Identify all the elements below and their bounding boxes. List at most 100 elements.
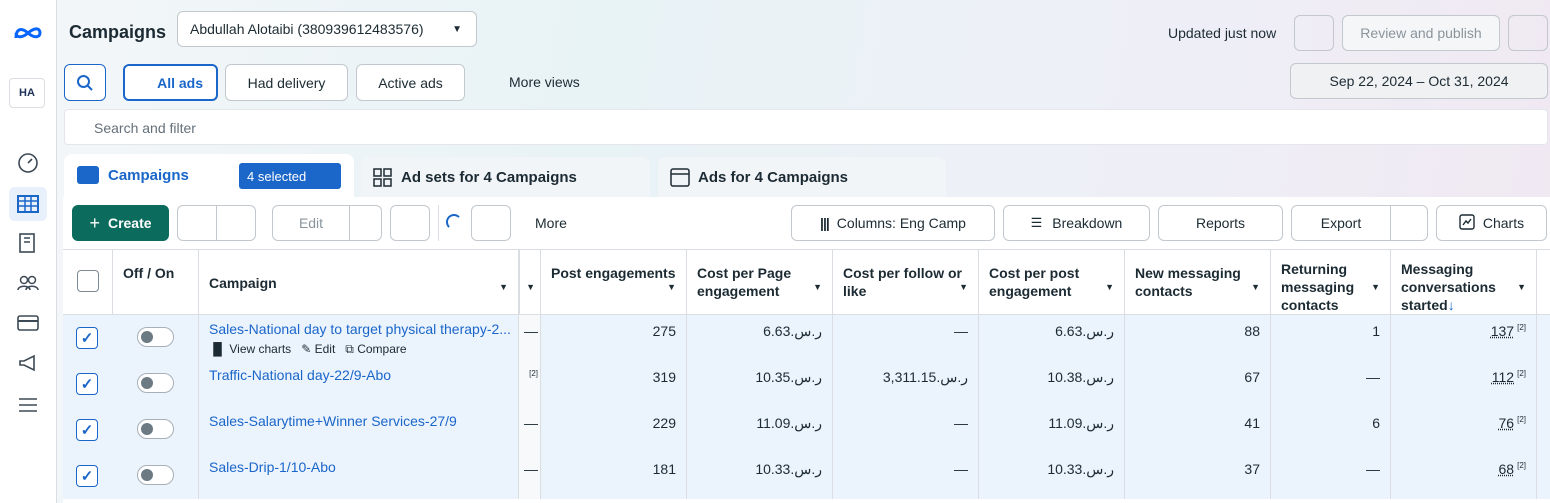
metric-cell: 181 — [541, 453, 687, 499]
selected-count-badge[interactable]: 4 selected — [239, 163, 341, 189]
campaign-toggle[interactable] — [137, 373, 174, 393]
row-actions: ▐▌ View charts ✎ Edit ⧉ Compare — [209, 342, 508, 357]
campaign-link[interactable]: Sales-National day to target physical th… — [209, 321, 511, 337]
edit-button[interactable]: Edit — [272, 205, 350, 241]
col-cost-per-post-engagement[interactable]: Cost per post engagement ▼ — [979, 250, 1125, 314]
metric-cell: 76 [2] — [1391, 407, 1537, 453]
billing-card-icon[interactable] — [13, 308, 43, 338]
meta-logo-icon[interactable] — [13, 18, 43, 48]
table-row[interactable]: ✓ Sales-Drip-1/10-Abo —181 10.33.ر.س —10.33.… — [63, 453, 1550, 499]
edit-options-button[interactable] — [349, 205, 382, 241]
tab-ad-sets-label: Ad sets for 4 Campaigns — [401, 168, 577, 186]
chevron-down-icon: ▼ — [452, 24, 462, 35]
select-all-header — [63, 250, 113, 314]
ads-manager-table-icon[interactable] — [9, 187, 47, 221]
col-cost-per-page-engagement[interactable]: Cost per Page engagement ▼ — [687, 250, 833, 314]
col-campaign[interactable]: Campaign ▼ — [199, 250, 519, 314]
breakdown-button[interactable]: ☰ Breakdown — [1003, 205, 1150, 241]
charts-button[interactable]: Charts — [1436, 205, 1547, 241]
columns-button[interactable]: ||| Columns: Eng Camp — [791, 205, 995, 241]
more-views-link[interactable]: More views — [509, 74, 580, 90]
messaging-conversations-value[interactable]: 137 — [1491, 323, 1514, 339]
table-row[interactable]: ✓ Sales-National day to target physical t… — [63, 315, 1550, 361]
messaging-conversations-value[interactable]: 68 — [1499, 461, 1515, 477]
sort-desc-icon: ↓ — [1447, 297, 1455, 313]
folder-icon — [77, 166, 99, 184]
toggle-cell — [113, 361, 199, 407]
toggle-cell — [113, 453, 199, 499]
duplicate-button[interactable] — [177, 205, 217, 241]
dashboard-gauge-icon[interactable] — [13, 148, 43, 178]
tab-campaigns[interactable]: Campaigns 4 selected — [64, 154, 354, 197]
col-post-engagements[interactable]: Post engagements ▼ — [541, 250, 687, 314]
messaging-conversations-value[interactable]: 112 — [1492, 369, 1514, 385]
date-range-picker[interactable]: Sep 22, 2024 – Oct 31, 2024 — [1290, 63, 1548, 99]
tab-ads[interactable]: Ads for 4 Campaigns — [658, 157, 946, 197]
col-returning-messaging-contacts[interactable]: Returning messaging contacts ▼ — [1271, 250, 1391, 314]
table-row[interactable]: ✓ Sales-Salarytime+Winner Services-27/9—2… — [63, 407, 1550, 453]
row-checkbox[interactable]: ✓ — [76, 419, 98, 441]
more-button[interactable]: More — [535, 215, 567, 231]
col-cost-per-follow[interactable]: Cost per follow or like ▼ — [833, 250, 979, 314]
col-campaign-label: Campaign — [209, 275, 277, 291]
edit-link[interactable]: Edit — [315, 342, 336, 356]
had-delivery-view[interactable]: Had delivery — [225, 64, 348, 101]
campaign-link[interactable]: Sales-Salarytime+Winner Services-27/9 — [209, 413, 457, 429]
col-messaging-conversations[interactable]: Messaging conversations started↓ ▼ — [1391, 250, 1537, 314]
messaging-conversations-value[interactable]: 76 — [1499, 415, 1515, 431]
export-button[interactable]: Export — [1291, 205, 1391, 241]
publish-options-button[interactable] — [1508, 15, 1548, 51]
sort-arrow-icon: ▼ — [1371, 282, 1380, 292]
campaign-link[interactable]: Sales-Drip-1/10-Abo — [209, 459, 336, 475]
metric-cell: 3,311.15.ر.س — [833, 361, 979, 407]
sort-arrow-icon: ▼ — [1517, 282, 1526, 292]
all-tools-menu-icon[interactable] — [13, 390, 43, 420]
campaign-toggle[interactable] — [137, 465, 174, 485]
campaign-name-cell: Sales-National day to target physical th… — [199, 315, 519, 361]
audiences-people-icon[interactable] — [13, 268, 43, 298]
columns-label: Columns: Eng Camp — [836, 215, 966, 231]
campaign-link[interactable]: Traffic-National day-22/9-Abo — [209, 367, 391, 383]
ad-window-icon — [670, 168, 690, 191]
view-charts-link[interactable]: View charts — [229, 342, 291, 356]
metric-cell: 6.63.ر.س — [687, 315, 833, 361]
campaign-name-cell: Sales-Drip-1/10-Abo — [199, 453, 519, 499]
metric-cell: 6.63.ر.س — [979, 315, 1125, 361]
breakdown-label: Breakdown — [1052, 215, 1123, 231]
account-avatar[interactable]: HA — [9, 78, 45, 108]
all-ads-view[interactable]: All ads — [123, 64, 218, 101]
row-checkbox[interactable]: ✓ — [76, 373, 98, 395]
active-ads-view[interactable]: Active ads — [356, 64, 465, 101]
review-publish-button[interactable]: Review and publish — [1342, 15, 1500, 51]
loading-spinner-icon — [446, 214, 462, 230]
discard-button[interactable] — [1294, 15, 1334, 51]
metric-cell: 41 — [1125, 407, 1271, 453]
reports-button[interactable]: Reports — [1158, 205, 1283, 241]
col-new-messaging-contacts[interactable]: New messaging contacts ▼ — [1125, 250, 1271, 314]
export-options-button[interactable] — [1390, 205, 1428, 241]
charts-label: Charts — [1482, 215, 1525, 231]
pages-icon[interactable] — [13, 228, 43, 258]
chart-icon — [1459, 213, 1475, 233]
search-button[interactable] — [64, 64, 106, 101]
delete-button[interactable] — [390, 205, 430, 241]
megaphone-icon[interactable] — [13, 348, 43, 378]
select-all-checkbox[interactable] — [77, 270, 99, 292]
create-button[interactable]: + Create — [72, 205, 169, 241]
duplicate-options-button[interactable] — [216, 205, 256, 241]
table-row[interactable]: ✓ Traffic-National day-22/9-Abo [2] 319 10.3… — [63, 361, 1550, 407]
campaign-toggle[interactable] — [137, 327, 174, 347]
metric-cell: 275 — [541, 315, 687, 361]
search-input[interactable]: Search and filter — [64, 109, 1548, 145]
account-selector[interactable]: Abdullah Alotaibi (380939612483576) ▼ — [177, 11, 477, 47]
ab-test-button[interactable] — [471, 205, 511, 241]
sort-arrow-icon: ▼ — [667, 282, 676, 292]
col-hidden: ▼ — [519, 250, 541, 314]
campaign-toggle[interactable] — [137, 419, 174, 439]
compare-link[interactable]: Compare — [357, 342, 406, 356]
adsets-grid-icon — [373, 168, 392, 191]
row-checkbox[interactable]: ✓ — [76, 465, 98, 487]
row-checkbox[interactable]: ✓ — [76, 327, 98, 349]
tab-ad-sets[interactable]: Ad sets for 4 Campaigns — [361, 157, 650, 197]
col-label: Returning messaging contacts — [1281, 261, 1355, 313]
